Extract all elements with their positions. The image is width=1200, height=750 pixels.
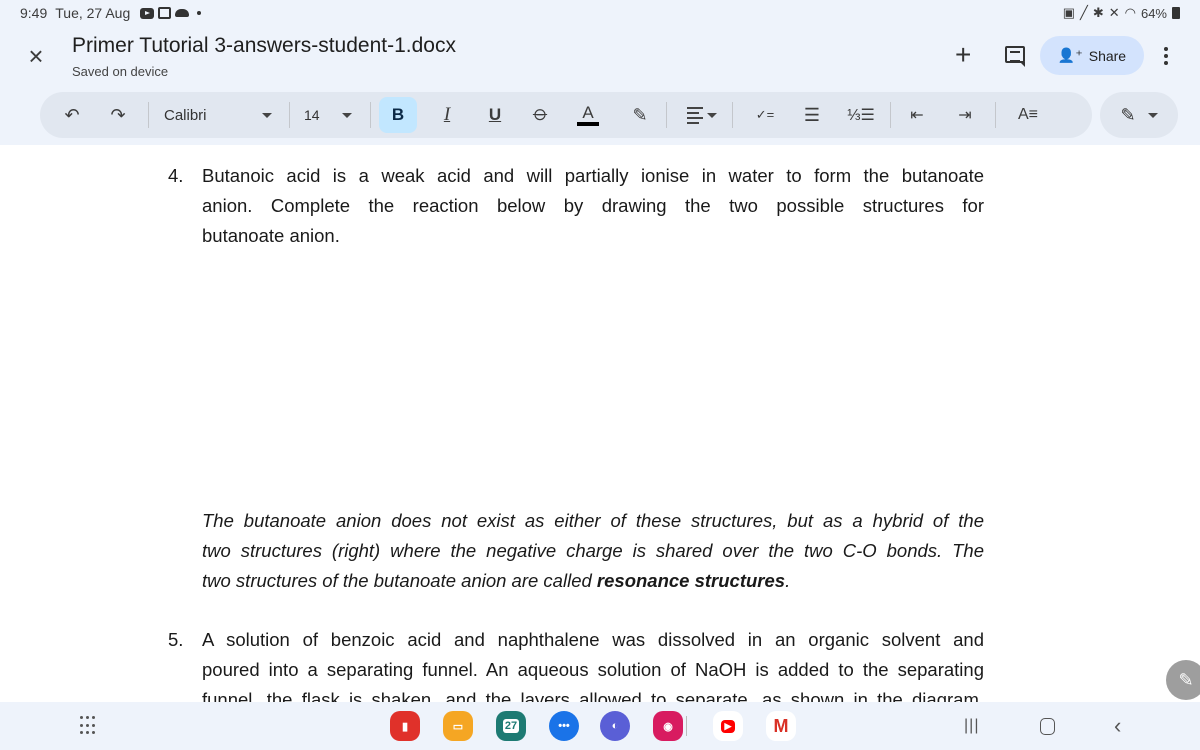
highlight-icon[interactable]: ✎ — [625, 97, 655, 133]
align-left-icon — [687, 106, 703, 124]
chevron-down-icon — [342, 112, 352, 118]
strikethrough-button[interactable]: ⊖ — [525, 97, 555, 133]
decrease-indent-icon[interactable]: ⇤ — [902, 97, 932, 133]
share-button[interactable]: 👤⁺ Share — [1040, 36, 1144, 75]
text-line: two structures (right) where the negativ… — [202, 540, 984, 561]
numbered-list-icon[interactable]: ⅓☰ — [846, 97, 876, 133]
question-5-text: A solution of benzoic acid and naphthale… — [202, 625, 984, 702]
status-bar: 9:49 Tue, 27 Aug ▣ ╱ ✱ ✕ ◠ 64% — [0, 0, 1200, 26]
toolbar-divider — [890, 102, 891, 128]
more-notifications-icon — [197, 11, 202, 15]
gallery-notification-icon — [158, 7, 172, 19]
chevron-down-icon — [262, 112, 272, 118]
pen-icon: ╱ — [1079, 5, 1088, 20]
chevron-down-icon — [707, 112, 717, 118]
battery-saver-icon: ▣ — [1062, 5, 1075, 20]
text-color-letter: A — [582, 102, 594, 122]
battery-icon — [1172, 7, 1180, 19]
text-line: two structures of the butanoate anion ar… — [202, 566, 984, 596]
toolbar-divider — [148, 102, 149, 128]
font-size-value: 14 — [304, 107, 320, 123]
text-line: Butanoic acid is a weak acid and will pa… — [202, 165, 984, 186]
font-size-dropdown[interactable]: 14 — [298, 97, 358, 133]
mute-icon: ✕ — [1108, 5, 1120, 20]
text-line: poured into a separating funnel. An aque… — [202, 659, 984, 680]
text-line: The butanoate anion does not exist as ei… — [202, 510, 984, 531]
bulleted-list-icon[interactable]: ☰ — [797, 97, 827, 133]
undo-icon[interactable]: ↶ — [54, 97, 90, 133]
gmail-app-icon[interactable]: M — [766, 711, 796, 741]
more-options-icon[interactable] — [1158, 42, 1174, 70]
text-color-button[interactable]: A — [570, 97, 606, 133]
navigation-bar: ▮ ▭ 27 ••• ◐ ◉ ▶ M ||| ‹ — [0, 702, 1200, 750]
note-suffix: . — [785, 570, 791, 591]
files-app-icon[interactable]: ▭ — [443, 711, 473, 741]
pencil-icon: ✎ — [1120, 104, 1136, 125]
font-family-value: Calibri — [164, 106, 207, 124]
dock-divider — [686, 716, 687, 736]
toolbar-divider — [370, 102, 371, 128]
edit-floating-button[interactable]: ✎ — [1166, 660, 1200, 700]
battery-percent: 64% — [1140, 5, 1167, 21]
home-button[interactable] — [1040, 718, 1055, 735]
text-color-swatch — [577, 121, 599, 126]
resonance-note: The butanoate anion does not exist as ei… — [202, 506, 984, 596]
question-4-text: Butanoic acid is a weak acid and will pa… — [202, 161, 984, 251]
comment-icon[interactable] — [1005, 46, 1025, 67]
document-title[interactable]: Primer Tutorial 3-answers-student-1.docx — [72, 34, 456, 58]
toolbar-divider — [995, 102, 996, 128]
formatting-toolbar: ↶ ↷ Calibri 14 B I U ⊖ A ✎ ✓= ☰ ⅓☰ ⇤ ⇥ A… — [40, 92, 1092, 138]
text-line: funnel, the flask is shaken, and the lay… — [202, 689, 984, 702]
messages-app-icon[interactable]: ••• — [549, 711, 579, 741]
add-person-icon: 👤⁺ — [1057, 47, 1083, 63]
align-dropdown[interactable] — [680, 97, 724, 133]
italic-button[interactable]: I — [432, 97, 462, 133]
font-family-dropdown[interactable]: Calibri — [158, 97, 278, 133]
question-5-number: 5. — [168, 629, 184, 650]
text-line: A solution of benzoic acid and naphthale… — [202, 629, 984, 650]
insert-plus-icon[interactable]: + — [955, 41, 971, 69]
close-icon[interactable]: × — [24, 43, 48, 69]
back-button[interactable]: ‹ — [1114, 713, 1121, 739]
calendar-app-icon[interactable]: 27 — [496, 711, 526, 741]
camera-app-icon[interactable]: ◉ — [653, 711, 683, 741]
edit-mode-dropdown[interactable]: ✎ — [1100, 92, 1178, 138]
toolbar-divider — [666, 102, 667, 128]
bold-button[interactable]: B — [379, 97, 417, 133]
system-tray: ▣ ╱ ✱ ✕ ◠ 64% — [1063, 5, 1180, 21]
text-line: butanoate anion. — [202, 225, 340, 246]
question-4-number: 4. — [168, 165, 184, 186]
share-label: Share — [1088, 47, 1127, 64]
note-bold-term: resonance structures — [596, 570, 786, 591]
cloud-notification-icon — [175, 9, 190, 17]
text-format-icon[interactable]: A≡ — [1010, 97, 1046, 133]
toolbar-divider — [289, 102, 290, 128]
status-time: 9:49 — [20, 5, 48, 21]
increase-indent-icon[interactable]: ⇥ — [950, 97, 980, 133]
chevron-down-icon — [1147, 112, 1158, 118]
app-drawer-icon[interactable] — [80, 716, 96, 736]
internet-app-icon[interactable]: ◐ — [600, 711, 630, 741]
checklist-icon[interactable]: ✓= — [750, 97, 780, 133]
youtube-notification-icon — [140, 7, 155, 19]
wifi-icon: ◠ — [1124, 5, 1136, 20]
calendar-day: 27 — [502, 719, 520, 733]
status-date: Tue, 27 Aug — [55, 5, 131, 21]
bluetooth-icon: ✱ — [1092, 5, 1104, 20]
note-prefix: two structures of the butanoate anion ar… — [202, 570, 597, 591]
pencil-icon: ✎ — [1178, 669, 1194, 690]
youtube-app-icon[interactable]: ▶ — [713, 711, 743, 741]
recent-apps-button[interactable]: ||| — [964, 717, 979, 735]
save-status: Saved on device — [72, 64, 169, 79]
text-line: anion. Complete the reaction below by dr… — [202, 195, 984, 216]
toolbar-divider — [732, 102, 733, 128]
notes-app-icon[interactable]: ▮ — [390, 711, 420, 741]
redo-icon[interactable]: ↷ — [100, 97, 136, 133]
underline-button[interactable]: U — [480, 97, 510, 133]
document-canvas[interactable]: 4. Butanoic acid is a weak acid and will… — [0, 145, 1200, 702]
